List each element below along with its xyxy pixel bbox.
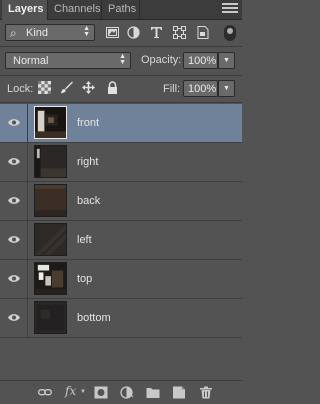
panel-menu-icon[interactable] <box>222 3 238 15</box>
layer-thumbnail <box>34 145 67 178</box>
eye-icon[interactable] <box>8 313 20 322</box>
type-layer-filter-icon[interactable] <box>150 26 163 39</box>
layer-name: left <box>77 234 92 246</box>
select-arrows-icon: ▲ ▼ <box>83 25 90 38</box>
blend-mode-value: Normal <box>13 55 49 67</box>
fill-dropdown-icon[interactable]: ▼ <box>218 80 235 97</box>
fx-dropdown-icon[interactable]: ▼ <box>80 389 94 402</box>
visibility-column <box>0 143 28 181</box>
adjustment-layer-filter-icon[interactable] <box>127 26 140 39</box>
layer-name: back <box>77 195 101 207</box>
divider <box>0 102 242 103</box>
eye-icon[interactable] <box>8 118 20 127</box>
layer-row-front[interactable]: front <box>0 104 242 143</box>
layers-panel: Layers Channels Paths ⌕ Kind ▲ ▼ Normal … <box>0 0 242 404</box>
layer-thumbnail <box>34 184 67 217</box>
adjustment-layer-icon[interactable] <box>120 386 134 399</box>
eye-icon[interactable] <box>8 235 20 244</box>
smart-object-filter-icon[interactable] <box>196 26 209 39</box>
layer-thumbnail <box>34 223 67 256</box>
lock-image-pixels-icon[interactable] <box>60 81 73 94</box>
filter-kind-select[interactable]: ⌕ Kind ▲ ▼ <box>5 24 95 41</box>
layer-filter-icons <box>102 24 212 41</box>
blend-mode-select[interactable]: Normal ▲ ▼ <box>5 52 131 69</box>
delete-layer-icon[interactable] <box>199 386 213 399</box>
layer-row-bottom[interactable]: bottom <box>0 299 242 338</box>
add-mask-icon[interactable] <box>94 386 108 399</box>
layer-thumbnail <box>34 301 67 334</box>
eye-icon[interactable] <box>8 274 20 283</box>
layer-name: front <box>77 117 100 129</box>
new-group-icon[interactable] <box>146 386 160 399</box>
visibility-column <box>0 182 28 220</box>
lock-label: Lock: <box>7 83 34 95</box>
filter-kind-label: Kind <box>26 27 49 39</box>
lock-transparent-pixels-icon[interactable] <box>38 81 51 94</box>
lock-all-icon[interactable] <box>106 81 119 94</box>
select-arrows-icon: ▲ ▼ <box>119 53 126 66</box>
filter-toggle-switch[interactable] <box>224 25 236 41</box>
opacity-label: Opacity: <box>141 54 182 66</box>
new-layer-icon[interactable] <box>172 386 186 399</box>
layer-row-back[interactable]: back <box>0 182 242 221</box>
shape-layer-filter-icon[interactable] <box>173 26 186 39</box>
opacity-dropdown-icon[interactable]: ▼ <box>218 52 235 69</box>
layer-row-left[interactable]: left <box>0 221 242 260</box>
layer-row-top[interactable]: top <box>0 260 242 299</box>
layer-thumbnail <box>34 262 67 295</box>
lock-position-icon[interactable] <box>82 81 95 94</box>
search-icon: ⌕ <box>10 26 17 40</box>
fill-label: Fill: <box>163 83 181 95</box>
fill-input[interactable]: 100% <box>183 80 218 97</box>
visibility-column <box>0 299 28 337</box>
layers-bottom-toolbar: fx ▼ <box>0 380 242 404</box>
panel-tab-bar: Layers Channels Paths <box>0 0 242 20</box>
divider <box>0 75 242 76</box>
visibility-column <box>0 104 28 142</box>
eye-icon[interactable] <box>8 157 20 166</box>
layer-style-fx-icon[interactable]: fx <box>65 384 79 398</box>
tab-layers[interactable]: Layers <box>2 0 48 20</box>
layer-row-right[interactable]: right <box>0 143 242 182</box>
divider <box>0 46 242 47</box>
tab-paths[interactable]: Paths <box>102 0 140 19</box>
opacity-input[interactable]: 100% <box>183 52 218 69</box>
layer-name: right <box>77 156 99 168</box>
layer-name: top <box>77 273 93 285</box>
visibility-column <box>0 260 28 298</box>
link-layers-icon[interactable] <box>38 386 52 399</box>
tab-channels[interactable]: Channels <box>48 0 102 19</box>
visibility-column <box>0 221 28 259</box>
pixel-layer-filter-icon[interactable] <box>106 26 119 39</box>
layer-name: bottom <box>77 312 111 324</box>
layer-thumbnail <box>34 106 67 139</box>
eye-icon[interactable] <box>8 196 20 205</box>
layers-list: front right back left top bottom <box>0 104 242 380</box>
